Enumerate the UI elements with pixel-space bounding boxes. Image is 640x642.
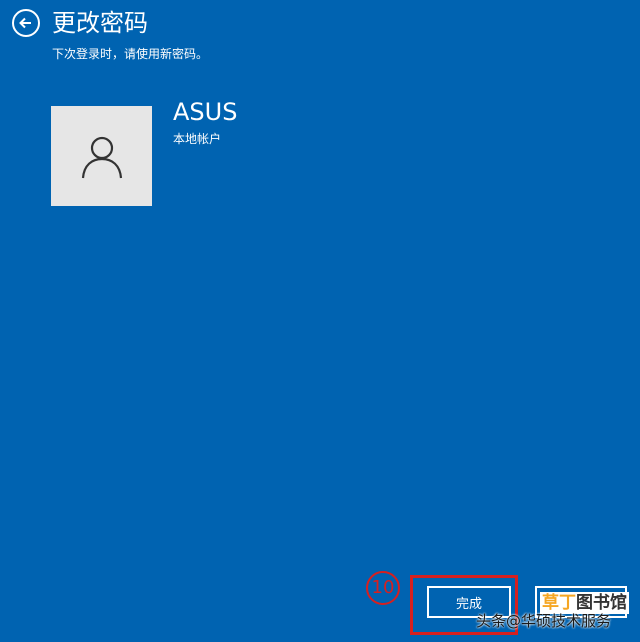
arrow-left-icon [19,17,31,29]
account-name: ASUS [173,98,238,126]
page-title: 更改密码 [52,9,148,37]
step-number-badge: 10 [366,571,400,605]
watermark-credit: 头条@华硕技术服务 [476,612,612,630]
account-type: 本地帐户 [173,132,222,146]
back-button[interactable] [12,9,40,37]
page-subtitle: 下次登录时，请使用新密码。 [52,47,209,61]
page-header: 更改密码 [12,8,148,38]
person-icon [81,136,122,179]
avatar [51,106,152,206]
